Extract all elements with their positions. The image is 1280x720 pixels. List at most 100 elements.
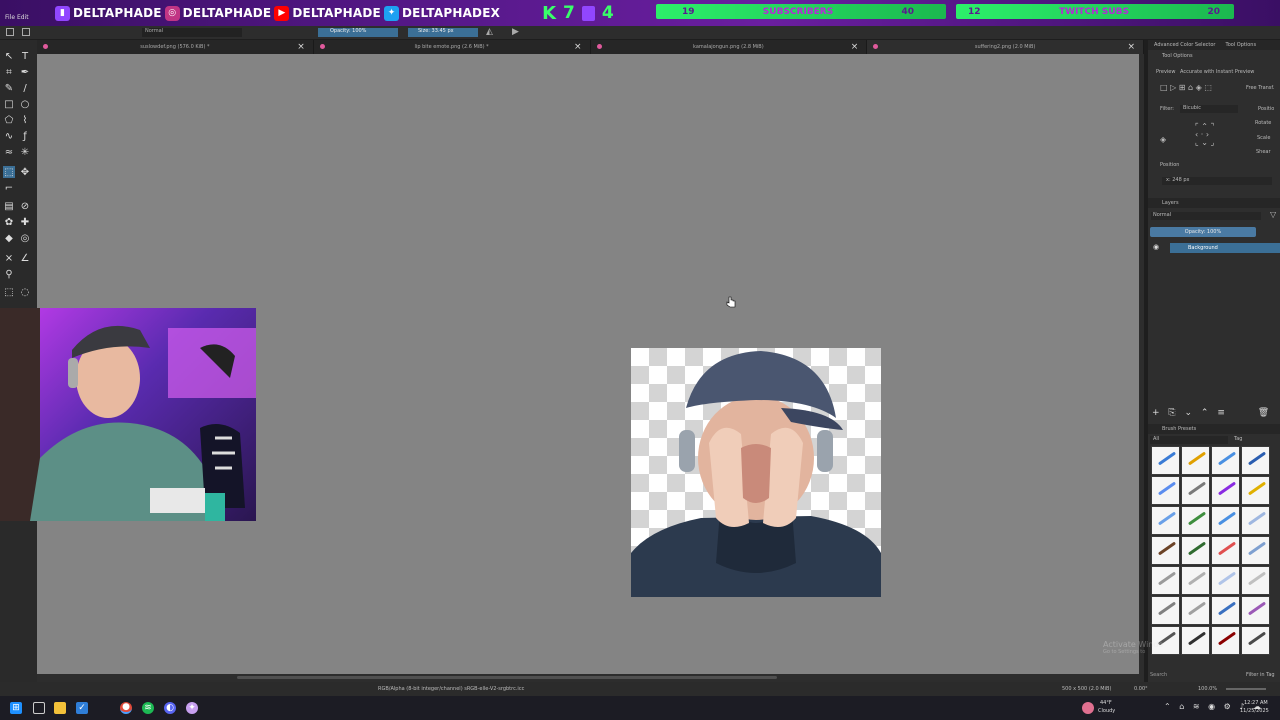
brush-preset[interactable] xyxy=(1241,476,1270,505)
anchor-grid[interactable]: ⌜ ⌃ ⌝ ‹ · › ⌞ ⌄ ⌟ xyxy=(1195,123,1214,147)
discord-icon[interactable]: ◐ xyxy=(164,702,176,714)
duplicate-layer-icon[interactable]: ⎘ xyxy=(1168,408,1175,418)
krita-app-icon[interactable]: ✦ xyxy=(186,702,198,714)
horizontal-scrollbar[interactable] xyxy=(37,674,1144,682)
document-tab[interactable]: lip bite emote.png (2.6 MiB) * × xyxy=(314,40,591,54)
brush-preset[interactable] xyxy=(1181,596,1210,625)
move-up-icon[interactable]: ⌃ xyxy=(1201,408,1209,418)
layer-opacity-slider[interactable]: Opacity: 100% xyxy=(1150,227,1256,237)
position-x-field[interactable]: x: 248 px xyxy=(1162,177,1272,185)
brush-preset[interactable] xyxy=(1181,476,1210,505)
close-icon[interactable]: × xyxy=(1127,42,1135,52)
scrollbar-thumb[interactable] xyxy=(237,676,777,679)
move-down-icon[interactable]: ⌄ xyxy=(1185,408,1193,418)
brush-preset[interactable] xyxy=(1211,476,1240,505)
delete-layer-icon[interactable]: 🗑 xyxy=(1258,408,1269,418)
menu-edit[interactable]: Edit xyxy=(17,14,29,21)
fill-tool-icon[interactable]: ◆ xyxy=(3,232,15,244)
enclose-fill-icon[interactable]: ◎ xyxy=(19,232,31,244)
brush-tag-select[interactable]: Tag xyxy=(1234,436,1242,442)
close-icon[interactable]: × xyxy=(297,42,305,52)
text-tool-icon[interactable]: T xyxy=(19,50,31,62)
add-layer-icon[interactable]: + xyxy=(1152,408,1160,418)
menu-file[interactable]: File xyxy=(5,14,15,21)
search-field[interactable]: Search xyxy=(1150,672,1167,678)
select-shapes-icon[interactable]: ↖ xyxy=(3,50,15,62)
filter-icon[interactable]: ▽ xyxy=(1270,210,1276,219)
ellipse-tool-icon[interactable]: ○ xyxy=(19,98,31,110)
edit-shapes-icon[interactable]: ⌗ xyxy=(3,66,15,78)
assistant-tool-icon[interactable]: ⨯ xyxy=(3,252,15,264)
mirror-icon[interactable]: ◭ xyxy=(486,27,493,37)
transform-mode-icons[interactable]: □ ▷ ⊞ ⌂ ◈ ⬚ xyxy=(1160,83,1212,92)
windows-start-icon[interactable]: ⊞ xyxy=(10,702,22,714)
spotify-icon[interactable]: ≋ xyxy=(142,702,154,714)
filter-select[interactable]: Bicubic xyxy=(1180,105,1238,113)
brush-tool-icon[interactable]: ✎ xyxy=(3,82,15,94)
brush-preset[interactable] xyxy=(1241,506,1270,535)
chrome-icon[interactable]: ● xyxy=(120,702,132,714)
tab-advanced-color-selector[interactable]: Advanced Color Selector xyxy=(1154,42,1215,48)
measure-tool-icon[interactable]: ∠ xyxy=(19,252,31,264)
size-slider[interactable]: Size: 33.45 px xyxy=(408,28,478,37)
document-tab[interactable]: suslowdef.png (576.0 KiB) * × xyxy=(37,40,314,54)
vertical-scrollbar[interactable] xyxy=(1139,54,1144,674)
layer-row-background[interactable]: Background xyxy=(1170,243,1280,253)
dynamic-brush-icon[interactable]: ≈ xyxy=(3,146,15,158)
freehand-path-icon[interactable]: ƒ xyxy=(19,130,31,142)
clock-date[interactable]: 11/25/2025 xyxy=(1240,708,1269,714)
new-icon[interactable] xyxy=(6,28,14,36)
rectangle-tool-icon[interactable]: □ xyxy=(3,98,15,110)
rotation-value[interactable]: 0.00° xyxy=(1134,686,1148,692)
brush-preset[interactable] xyxy=(1211,536,1240,565)
zoom-slider[interactable] xyxy=(1226,688,1266,690)
brush-preset[interactable] xyxy=(1181,446,1210,475)
brush-preset[interactable] xyxy=(1151,596,1180,625)
canvas-image[interactable] xyxy=(631,348,881,597)
brush-preset[interactable] xyxy=(1241,626,1270,655)
task-view-icon[interactable] xyxy=(33,702,45,714)
brush-preset[interactable] xyxy=(1151,536,1180,565)
polygon-tool-icon[interactable]: ⬠ xyxy=(3,114,15,126)
brush-preset[interactable] xyxy=(1211,566,1240,595)
brush-preset[interactable] xyxy=(1151,566,1180,595)
clock-time[interactable]: 12:27 AM xyxy=(1244,700,1268,706)
brush-preset[interactable] xyxy=(1151,506,1180,535)
blend-mode-select[interactable]: Normal xyxy=(142,28,242,37)
brush-preset[interactable] xyxy=(1181,536,1210,565)
preview-mode[interactable]: Accurate with Instant Preview xyxy=(1180,69,1254,75)
gradient-tool-icon[interactable]: ▤ xyxy=(3,200,15,212)
line-tool-icon[interactable]: / xyxy=(19,82,31,94)
brush-preset[interactable] xyxy=(1241,446,1270,475)
brush-preset[interactable] xyxy=(1151,476,1180,505)
zoom-value[interactable]: 100.0% xyxy=(1198,686,1217,692)
ellipse-select-icon[interactable]: ◌ xyxy=(19,286,31,298)
multibrush-icon[interactable]: ✳ xyxy=(19,146,31,158)
brush-preset[interactable] xyxy=(1181,626,1210,655)
transform-tool-icon[interactable]: ⬚ xyxy=(3,166,15,178)
brush-preset[interactable] xyxy=(1241,596,1270,625)
calligraphy-icon[interactable]: ✒ xyxy=(19,66,31,78)
layer-blend-select[interactable]: Normal xyxy=(1151,212,1261,220)
close-icon[interactable]: × xyxy=(574,42,582,52)
crop-tool-icon[interactable]: ⌐ xyxy=(3,182,15,194)
polyline-tool-icon[interactable]: ⌇ xyxy=(19,114,31,126)
brush-preset[interactable] xyxy=(1181,506,1210,535)
close-icon[interactable]: × xyxy=(851,42,859,52)
brush-preset[interactable] xyxy=(1181,566,1210,595)
brush-preset[interactable] xyxy=(1211,626,1240,655)
smart-patch-icon[interactable]: ✚ xyxy=(19,216,31,228)
app-icon[interactable]: ✓ xyxy=(76,702,88,714)
reference-tool-icon[interactable]: ⚲ xyxy=(3,268,15,280)
document-tab[interactable]: kamalajongun.png (2.8 MiB) × xyxy=(591,40,868,54)
rect-select-icon[interactable]: ⬚ xyxy=(3,286,15,298)
file-explorer-icon[interactable] xyxy=(54,702,66,714)
color-picker-icon[interactable]: ⊘ xyxy=(19,200,31,212)
filter-in-tag[interactable]: Filter in Tag xyxy=(1246,672,1275,678)
colorize-mask-icon[interactable]: ✿ xyxy=(3,216,15,228)
brush-preset[interactable] xyxy=(1211,506,1240,535)
move-tool-icon[interactable]: ✥ xyxy=(19,166,31,178)
visibility-eye-icon[interactable]: ◉ xyxy=(1153,243,1159,251)
brush-preset[interactable] xyxy=(1241,566,1270,595)
brush-preset[interactable] xyxy=(1211,596,1240,625)
